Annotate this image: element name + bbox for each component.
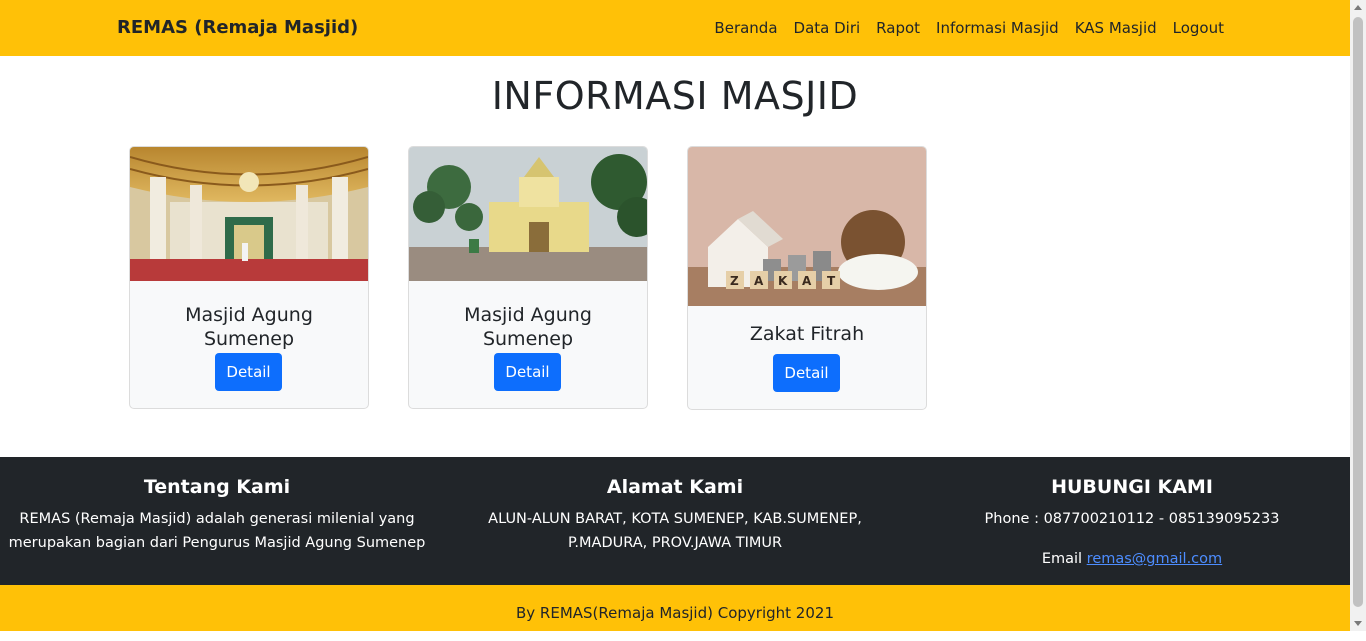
mosque-gate-image (409, 147, 647, 281)
contact-phone: Phone : 087700210112 - 085139095233 (984, 511, 1280, 527)
nav-link-kas-masjid[interactable]: KAS Masjid (1075, 17, 1157, 39)
nav-link-logout[interactable]: Logout (1173, 17, 1224, 39)
zakat-image: Z AK A T (688, 147, 926, 306)
email-link[interactable]: remas@gmail.com (1087, 551, 1222, 567)
about-text-line1: REMAS (Remaja Masjid) adalah generasi mi… (19, 511, 415, 527)
scroll-thumb[interactable] (1353, 17, 1363, 607)
mosque-interior-image (130, 147, 368, 281)
svg-text:T: T (827, 274, 836, 288)
about-text-line2: merupakan bagian dari Pengurus Masjid Ag… (8, 535, 426, 551)
card-title: Masjid Agung Sumenep (185, 304, 313, 350)
svg-text:A: A (802, 274, 812, 288)
footer: Tentang Kami REMAS (Remaja Masjid) adala… (0, 457, 1350, 585)
copyright-text: By REMAS(Remaja Masjid) Copyright 2021 (516, 604, 834, 622)
contact-email-line: Email remas@gmail.com (915, 547, 1349, 571)
nav-link-data-diri[interactable]: Data Diri (794, 17, 861, 39)
page-title: INFORMASI MASJID (491, 74, 859, 118)
info-card: Z AK A T Zakat Fitrah Detail (687, 146, 927, 410)
card-title: Masjid Agung Sumenep (464, 304, 592, 350)
info-card: Masjid Agung Sumenep Detail (129, 146, 369, 409)
nav-link-beranda[interactable]: Beranda (714, 17, 777, 39)
address-heading: Alamat Kami (606, 476, 744, 498)
card-title: Zakat Fitrah (749, 323, 865, 345)
detail-button[interactable]: Detail (215, 353, 282, 391)
nav-menu: Beranda Data Diri Rapot Informasi Masjid… (714, 17, 1224, 39)
detail-button[interactable]: Detail (494, 353, 561, 391)
scroll-up-arrow-icon[interactable] (1354, 5, 1362, 10)
navbar: REMAS (Remaja Masjid) Beranda Data Diri … (0, 0, 1350, 56)
address-text-line1: ALUN-ALUN BARAT, KOTA SUMENEP, KAB.SUMEN… (488, 511, 862, 527)
svg-text:Z: Z (730, 274, 739, 288)
detail-button[interactable]: Detail (773, 354, 840, 392)
nav-link-informasi-masjid[interactable]: Informasi Masjid (936, 17, 1059, 39)
address-text-line2: P.MADURA, PROV.JAWA TIMUR (567, 535, 783, 551)
svg-text:A: A (754, 274, 764, 288)
scroll-down-arrow-icon[interactable] (1354, 621, 1362, 626)
email-label: Email (1041, 551, 1083, 567)
svg-text:K: K (778, 274, 788, 288)
about-heading: Tentang Kami (143, 476, 291, 498)
info-card: Masjid Agung Sumenep Detail (408, 146, 648, 409)
contact-heading: HUBUNGI KAMI (1051, 476, 1213, 498)
footer-about: Tentang Kami REMAS (Remaja Masjid) adala… (0, 475, 434, 555)
footer-address: Alamat Kami ALUN-ALUN BARAT, KOTA SUMENE… (458, 475, 892, 555)
copyright-bar: By REMAS(Remaja Masjid) Copyright 2021 (0, 585, 1350, 631)
page-scrollbar[interactable] (1350, 0, 1366, 631)
nav-link-rapot[interactable]: Rapot (876, 17, 920, 39)
brand-logo-text[interactable]: REMAS (Remaja Masjid) (117, 16, 358, 40)
footer-contact: HUBUNGI KAMI Phone : 087700210112 - 0851… (915, 475, 1349, 571)
